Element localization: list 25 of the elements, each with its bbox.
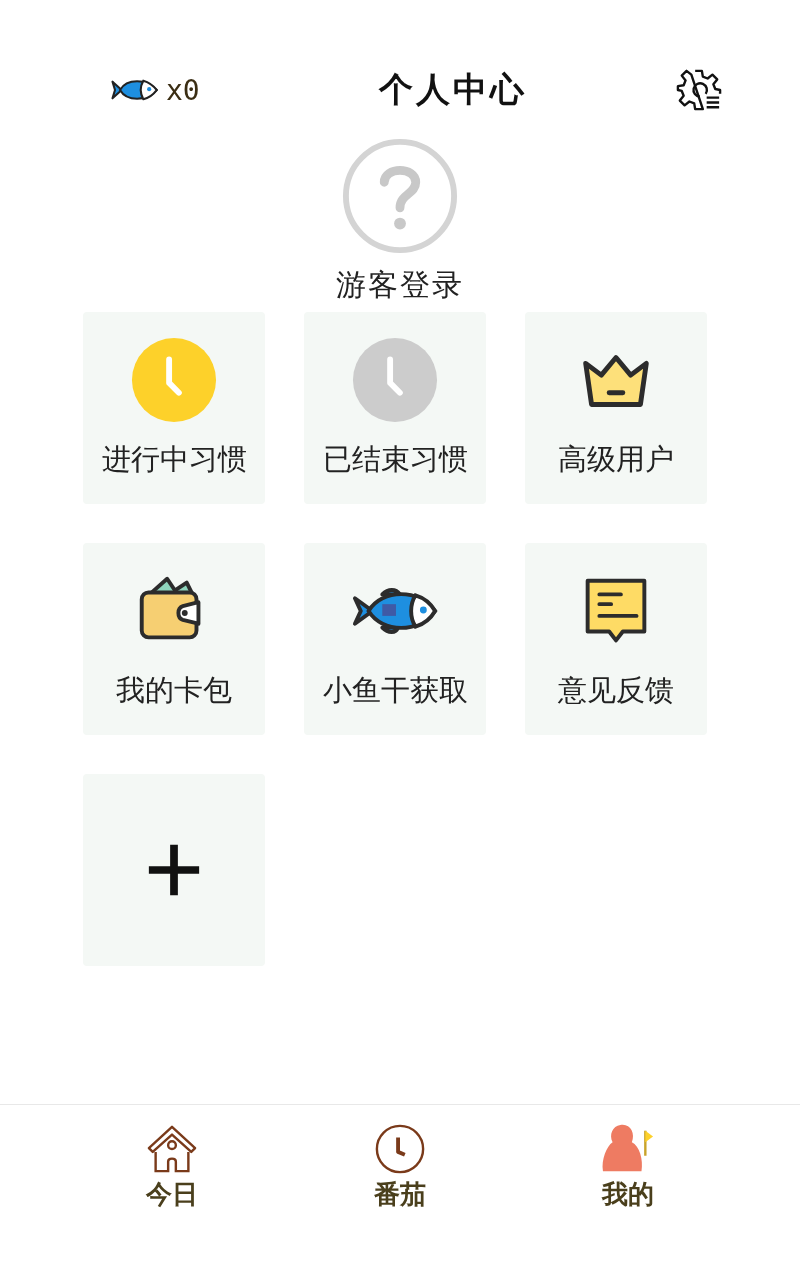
- fish-count: x0: [166, 73, 200, 107]
- menu-tile[interactable]: 高级用户: [525, 312, 707, 504]
- tile-label: 已结束习惯: [322, 441, 468, 478]
- tile-label: 意见反馈: [558, 672, 674, 709]
- menu-tile[interactable]: 小鱼干获取: [304, 543, 486, 735]
- tab-item[interactable]: 今日: [110, 1123, 234, 1212]
- settings-icon[interactable]: [676, 67, 722, 113]
- tab-label: 今日: [146, 1178, 198, 1211]
- clock-icon: [351, 336, 439, 424]
- tab-label: 番茄: [374, 1178, 426, 1211]
- tab-label: 我的: [602, 1178, 654, 1211]
- tile-label: 我的卡包: [116, 672, 232, 709]
- tile-label: 小鱼干获取: [322, 672, 468, 709]
- menu-tile[interactable]: 进行中习惯: [83, 312, 265, 504]
- menu-tile[interactable]: [83, 774, 265, 966]
- tile-label: 进行中习惯: [101, 441, 247, 478]
- menu-tile[interactable]: 我的卡包: [83, 543, 265, 735]
- clock-icon: [130, 336, 218, 424]
- menu-tile[interactable]: 意见反馈: [525, 543, 707, 735]
- tab-item[interactable]: 我的: [566, 1123, 690, 1212]
- menu-tile[interactable]: 已结束习惯: [304, 312, 486, 504]
- tab-item[interactable]: 番茄: [338, 1123, 462, 1212]
- tile-label: 高级用户: [558, 441, 674, 478]
- page-title: 个人中心: [379, 68, 527, 111]
- guest-login-link[interactable]: 游客登录: [336, 265, 464, 306]
